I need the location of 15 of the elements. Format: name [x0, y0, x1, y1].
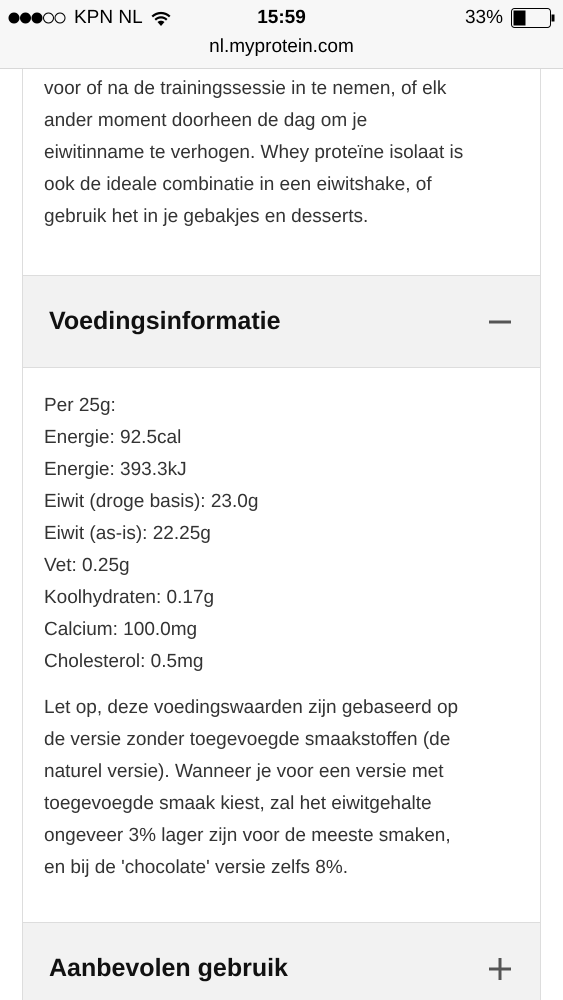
wifi-icon [150, 10, 171, 26]
note-text: Let op, deze voedingswaarden zijn gebaseerd op de versie zonder toegevoegde smaakstoffen (de naturel versie). Wanneer je voor een versie met toegevoegde smaak kiest, zal het eiwitgehalte ongeveer 3% lager zijn voor de meeste smaken, en bij de 'chocolate' versie zelfs 8%. [44, 696, 460, 880]
section-title: Voedingsinformatie [49, 307, 281, 336]
expand-icon[interactable] [488, 956, 512, 980]
description-text: voor of na de trainingssessie in te nemen, of elk ander moment doorheen de dag om je eiwitinname te verhogen. Whey proteïne isolaat is ook de ideale combinatie in een eiwitshake, of gebruik het in je gebakjes en desserts. [43, 77, 464, 229]
section-header[interactable]: Voedingsinformatie [23, 275, 540, 368]
battery-percent: 33% [464, 7, 503, 29]
signal-icon [8, 12, 66, 24]
section-header[interactable]: Aanbevolen gebruik [23, 922, 540, 1000]
section-title: Aanbevolen gebruik [49, 954, 288, 983]
carrier-name: KPN NL [74, 7, 143, 29]
nutrition-list: Per 25g: Energie: 92.5cal Energie: 393.3kJ Eiwit (droge basis): 23.0g Eiwit (as-is): 22.25g Vet: 0.25g Koolhydraten: 0.17g Calcium: 100.0mg Cholesterol: 0.5mg [44, 390, 519, 678]
battery-icon [511, 8, 555, 28]
clock-time: 15:59 [257, 7, 306, 29]
page-url[interactable]: nl.myprotein.com [209, 36, 354, 58]
